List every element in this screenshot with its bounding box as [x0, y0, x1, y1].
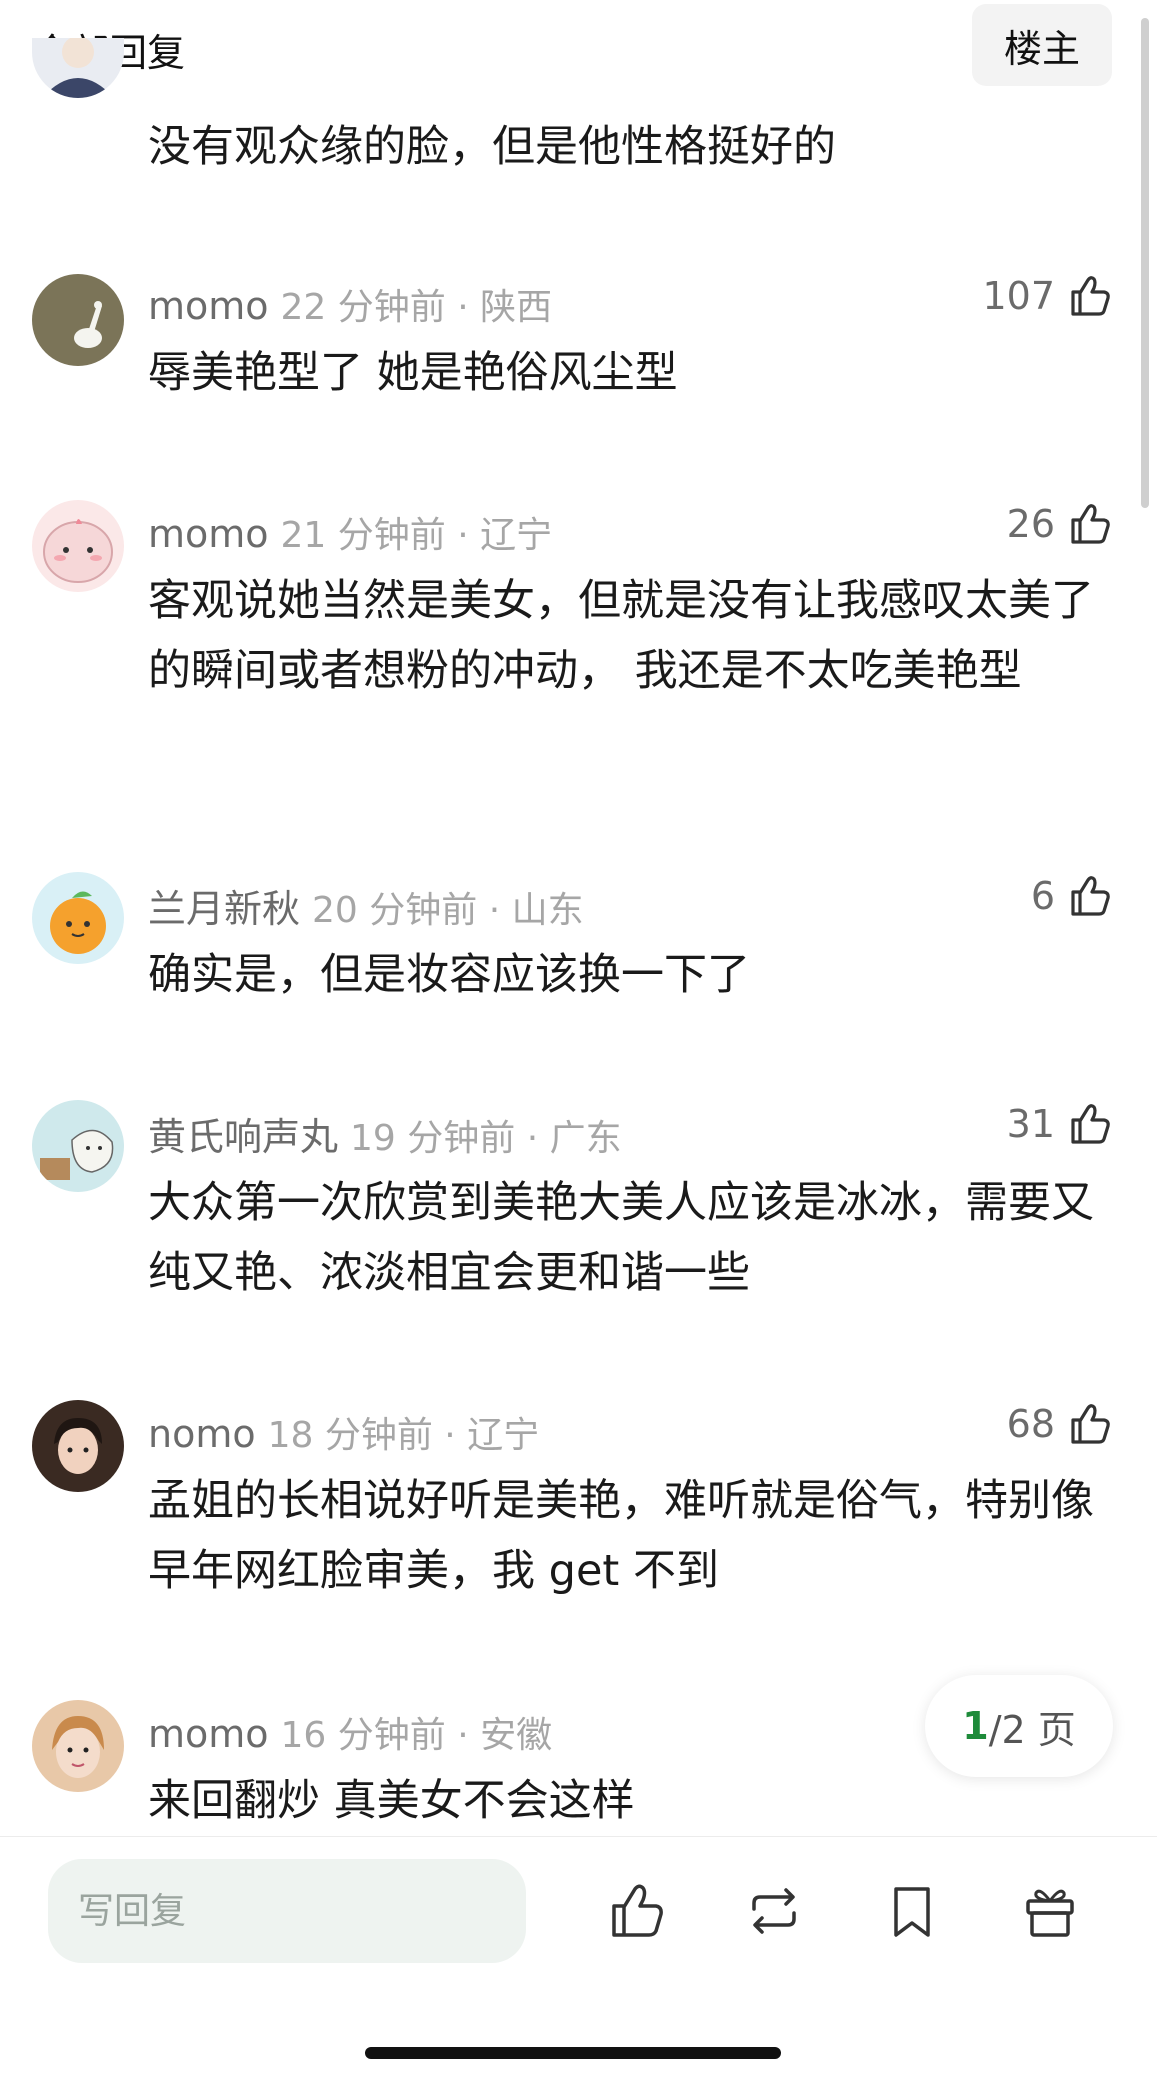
- owner-only-button[interactable]: 楼主: [972, 4, 1112, 86]
- thumbs-up-icon[interactable]: [1065, 500, 1113, 548]
- username[interactable]: momo: [148, 512, 269, 556]
- page-total: /2 页: [988, 1707, 1076, 1752]
- username[interactable]: momo: [148, 284, 269, 328]
- like-icon[interactable]: [604, 1879, 668, 1943]
- thumbs-up-icon[interactable]: [1065, 872, 1113, 920]
- comment-meta: 兰月新秋 20 分钟前 · 山东: [148, 878, 584, 933]
- timestamp-location: 20 分钟前 · 山东: [312, 890, 584, 931]
- current-page: 1: [962, 1704, 989, 1748]
- reply-input[interactable]: [48, 1859, 526, 1963]
- comment-meta: momo 16 分钟前 · 安徽: [148, 1706, 552, 1758]
- like-button[interactable]: 6: [1031, 872, 1113, 920]
- comment-text: 客观说她当然是美女，但就是没有让我感叹太美了的瞬间或者想粉的冲动， 我还是不太吃…: [148, 576, 1094, 696]
- like-count: 6: [1030, 874, 1055, 918]
- comment-meta: nomo 18 分钟前 · 辽宁: [148, 1406, 539, 1458]
- comment-meta: 黄氏响声丸 19 分钟前 · 广东: [148, 1106, 622, 1161]
- gift-icon[interactable]: [1018, 1879, 1082, 1943]
- comment-text: 来回翻炒 真美女不会这样: [148, 1776, 635, 1826]
- timestamp-location: 21 分钟前 · 辽宁: [280, 515, 553, 556]
- avatar[interactable]: [32, 500, 124, 592]
- like-count: 31: [1006, 1102, 1055, 1146]
- like-count: 26: [1006, 502, 1055, 546]
- thumbs-up-icon[interactable]: [1065, 272, 1113, 320]
- like-button[interactable]: 31: [1007, 1100, 1113, 1148]
- bottom-action-bar: [0, 1836, 1157, 2086]
- comment-text: 确实是，但是妆容应该换一下了: [148, 950, 750, 1000]
- timestamp-location: 19 分钟前 · 广东: [350, 1118, 622, 1159]
- like-button[interactable]: 107: [982, 272, 1113, 320]
- repost-icon[interactable]: [742, 1879, 806, 1943]
- username[interactable]: 兰月新秋: [148, 887, 300, 931]
- timestamp-location: 16 分钟前 · 安徽: [280, 1715, 553, 1756]
- username[interactable]: 黄氏响声丸: [148, 1115, 338, 1159]
- timestamp-location: 22 分钟前 · 陕西: [280, 287, 553, 328]
- comment-text: 辱美艳型了 她是艳俗风尘型: [148, 348, 678, 398]
- scrollbar[interactable]: [1141, 18, 1149, 508]
- thumbs-up-icon[interactable]: [1065, 1100, 1113, 1148]
- like-count: 68: [1006, 1402, 1055, 1446]
- comment-text: 孟姐的长相说好听是美艳，难听就是俗气，特别像早年网红脸审美，我 get 不到: [148, 1476, 1094, 1596]
- avatar[interactable]: [32, 1100, 124, 1192]
- comment-meta: momo 22 分钟前 · 陕西: [148, 278, 552, 330]
- like-button[interactable]: 68: [1007, 1400, 1113, 1448]
- avatar[interactable]: [32, 872, 124, 964]
- bookmark-icon[interactable]: [880, 1879, 944, 1943]
- username[interactable]: momo: [148, 1712, 269, 1756]
- page-indicator[interactable]: 1/2 页: [925, 1675, 1113, 1777]
- avatar[interactable]: [32, 274, 124, 366]
- comment-text: 大众第一次欣赏到美艳大美人应该是冰冰，需要又纯又艳、浓淡相宜会更和谐一些: [148, 1178, 1094, 1298]
- timestamp-location: 18 分钟前 · 辽宁: [267, 1415, 540, 1456]
- comment-meta: momo 21 分钟前 · 辽宁: [148, 506, 552, 558]
- header: 全部回复 楼主: [0, 0, 1157, 95]
- thumbs-up-icon[interactable]: [1065, 1400, 1113, 1448]
- comment-text: 没有观众缘的脸，但是他性格挺好的: [148, 122, 836, 172]
- like-button[interactable]: 26: [1007, 500, 1113, 548]
- avatar[interactable]: [32, 1700, 124, 1792]
- avatar[interactable]: [32, 1400, 124, 1492]
- like-count: 107: [982, 274, 1055, 318]
- username[interactable]: nomo: [148, 1412, 256, 1456]
- home-indicator[interactable]: [365, 2047, 781, 2059]
